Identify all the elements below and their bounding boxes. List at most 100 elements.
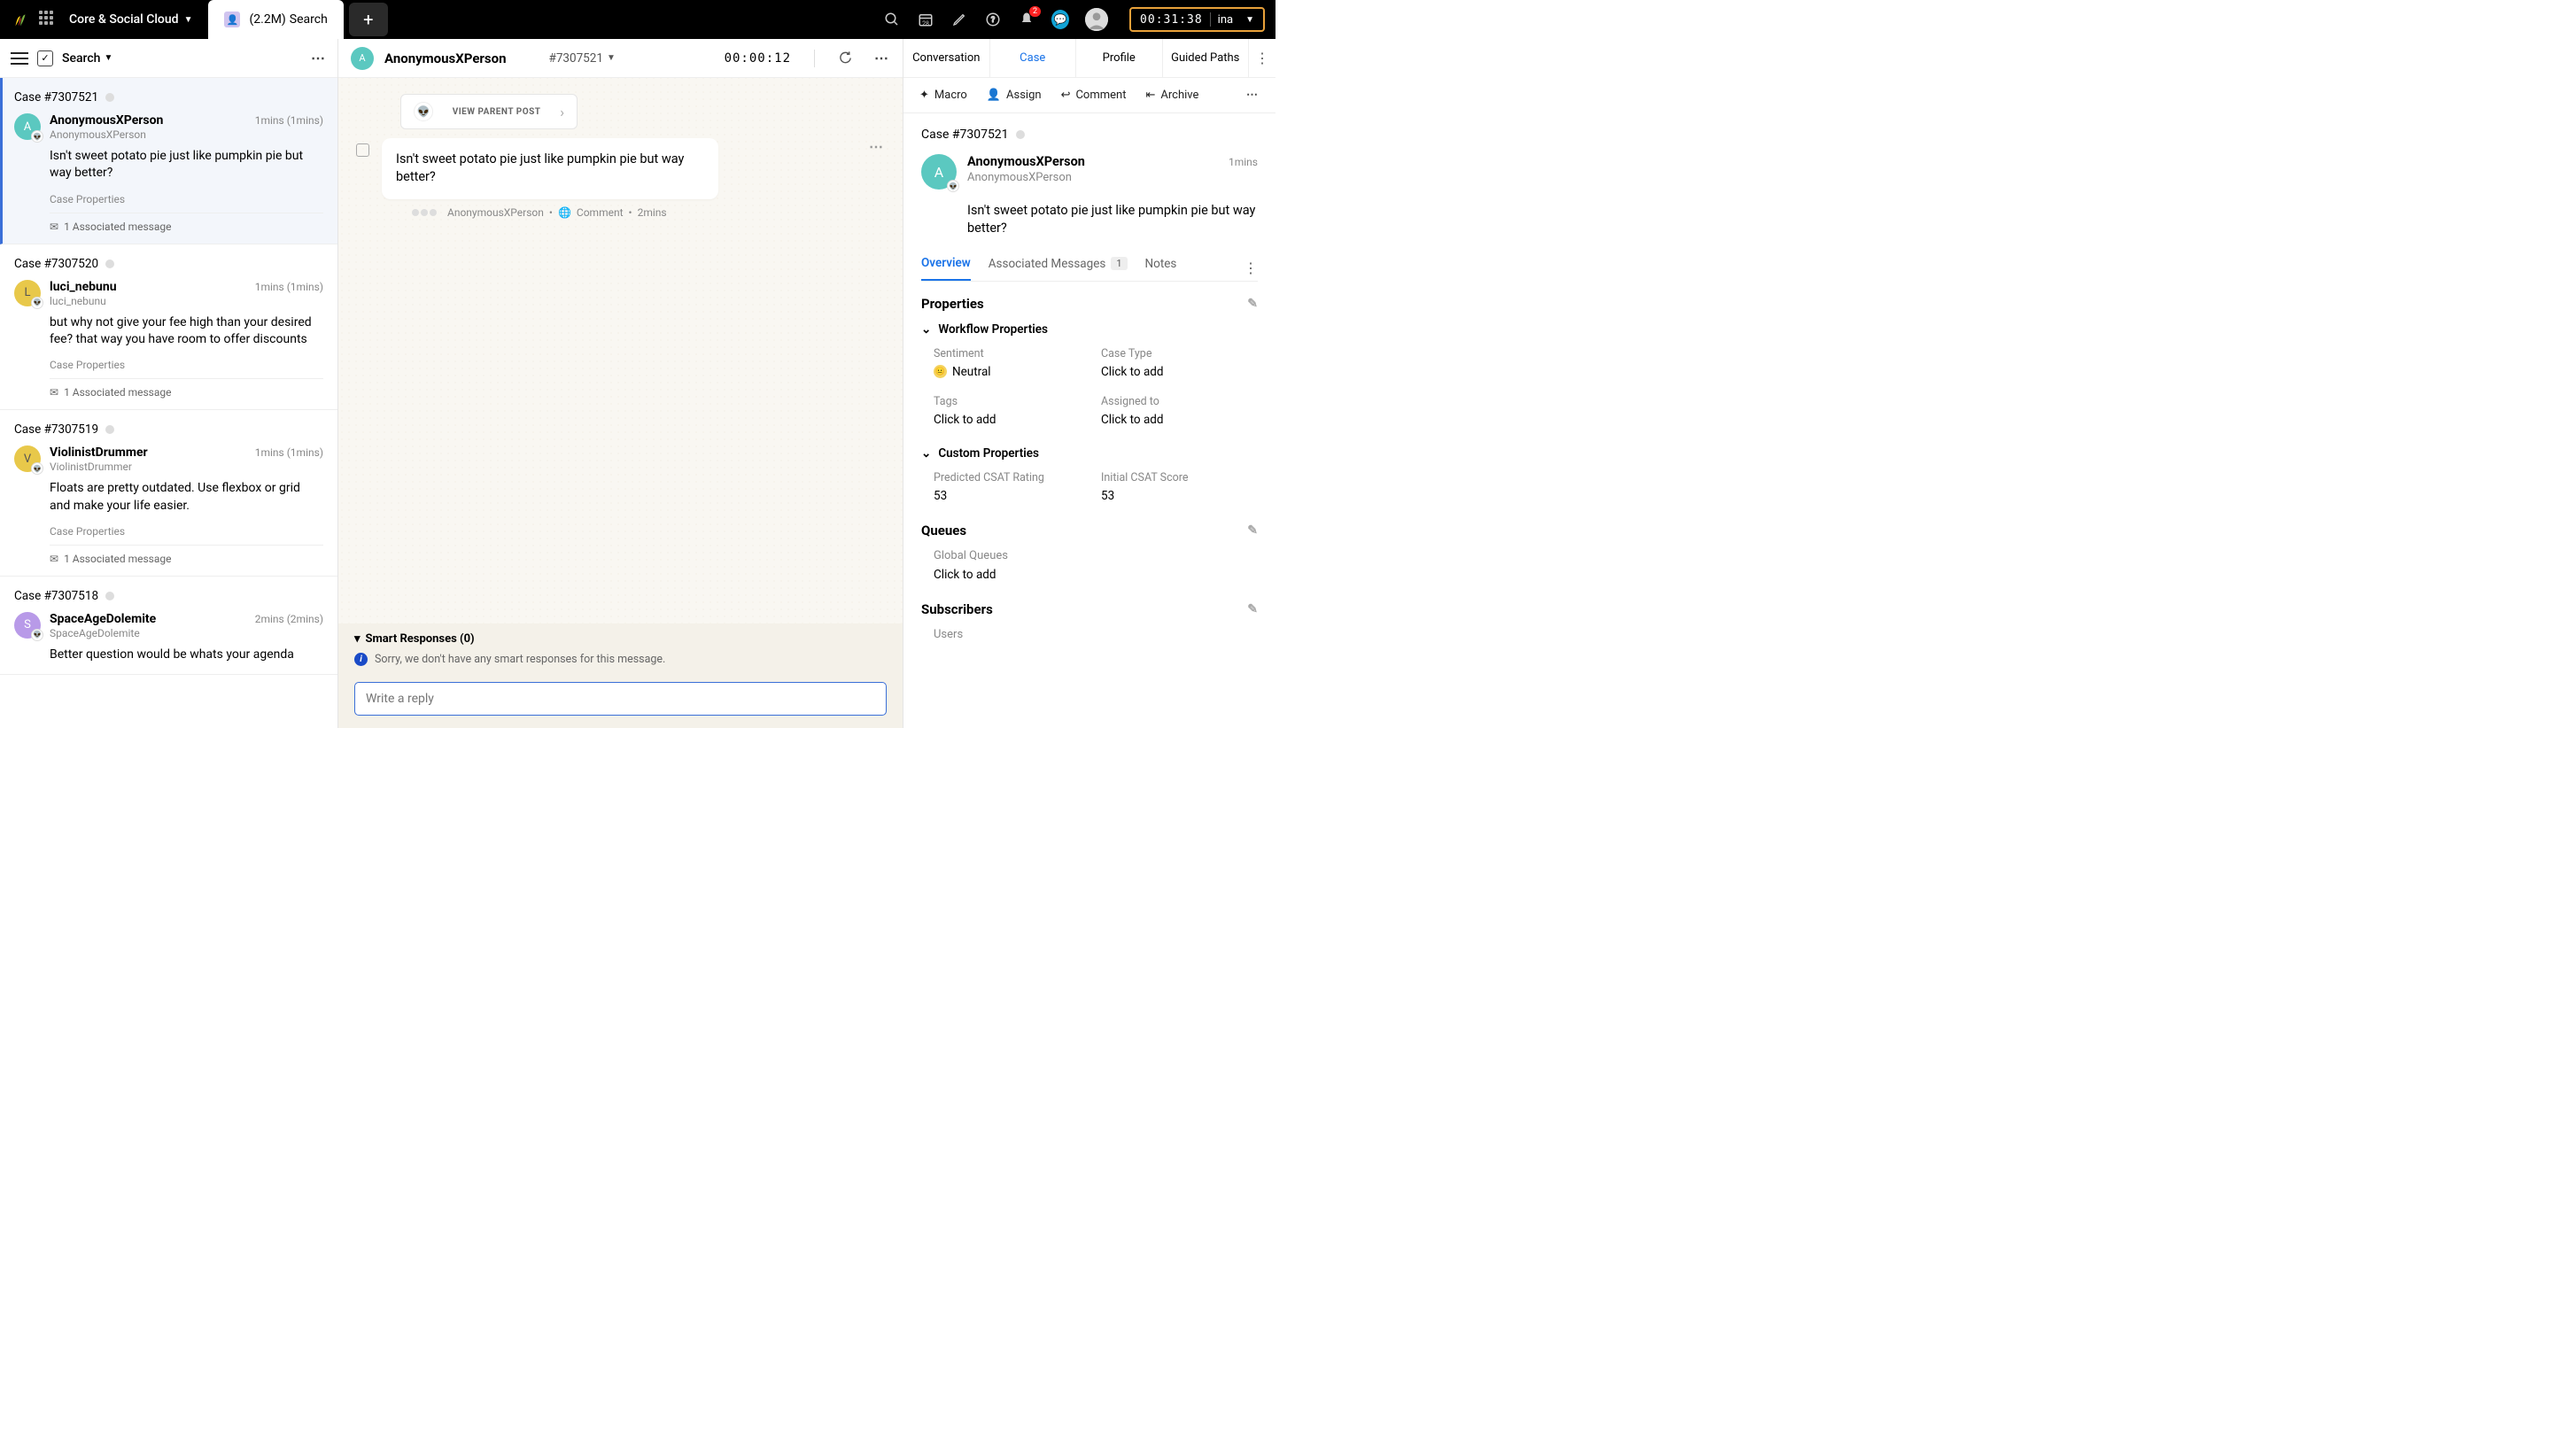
subtabs-more-icon[interactable]: ⋮ [1244, 259, 1258, 276]
message-more-icon[interactable]: ⋯ [869, 138, 885, 155]
archive-icon: ⇤ [1145, 89, 1155, 102]
macro-button[interactable]: ✦Macro [919, 89, 967, 102]
actions-more-icon[interactable]: ⋯ [1246, 89, 1260, 102]
case-properties-link[interactable]: Case Properties [50, 359, 323, 379]
workspace-selector[interactable]: Core & Social Cloud ▼ [69, 12, 192, 27]
case-list-item[interactable]: Case #7307518 S👽 SpaceAgeDolemite2mins (… [0, 577, 337, 675]
reddit-icon: 👽 [414, 102, 433, 121]
global-queues-add[interactable]: Click to add [934, 568, 1258, 582]
assigned-to-add[interactable]: Click to add [1101, 413, 1258, 427]
status-dot-icon [105, 592, 114, 600]
apps-grid-icon[interactable] [39, 11, 57, 28]
case-selector[interactable]: #7307521 ▼ [549, 51, 616, 66]
user-name: SpaceAgeDolemite [50, 612, 156, 626]
subscribers-users-label: Users [934, 628, 1258, 641]
smart-responses-section: ▾ Smart Responses (0) i Sorry, we don't … [338, 623, 903, 673]
user-avatar-icon: A👽 [14, 113, 41, 140]
subscribers-header: Subscribers✎ [921, 601, 1258, 617]
reply-input[interactable] [354, 682, 887, 716]
view-parent-post-button[interactable]: 👽 VIEW PARENT POST › [400, 94, 578, 129]
workflow-properties-toggle[interactable]: ⌄Workflow Properties [921, 322, 1258, 337]
info-icon: i [354, 653, 368, 666]
tab-label: Search [290, 12, 328, 27]
workspace-label: Core & Social Cloud [69, 12, 179, 27]
edit-icon[interactable]: ✎ [1247, 602, 1258, 616]
case-list-item[interactable]: Case #7307520 L👽 luci_nebunu1mins (1mins… [0, 244, 337, 411]
tab-conversation[interactable]: Conversation [903, 39, 990, 77]
user-avatar-icon: L👽 [14, 280, 41, 306]
sentiment-value: 😐Neutral [934, 365, 1090, 379]
timer-value: 00:31:38 [1140, 13, 1203, 27]
status-dot-icon [105, 259, 114, 268]
comment-button[interactable]: ↩Comment [1061, 89, 1127, 102]
case-number: Case #7307521 [14, 90, 98, 105]
case-preview: but why not give your fee high than your… [50, 314, 323, 349]
subtab-overview[interactable]: Overview [921, 256, 971, 281]
case-message: Isn't sweet potato pie just like pumpkin… [967, 202, 1258, 238]
edit-icon[interactable]: ✎ [1247, 297, 1258, 311]
more-icon[interactable]: ⋯ [311, 50, 327, 66]
user-handle: AnonymousXPerson [967, 171, 1258, 184]
select-all-checkbox[interactable]: ✓ [37, 50, 53, 66]
case-number: Case #7307520 [14, 257, 98, 271]
case-preview: Better question would be whats your agen… [50, 647, 323, 663]
more-icon[interactable]: ⋯ [874, 50, 890, 66]
chevron-down-icon: ▼ [607, 53, 616, 63]
tabs-more-icon[interactable]: ⋮ [1249, 39, 1276, 77]
archive-button[interactable]: ⇤Archive [1145, 89, 1198, 102]
top-bar: Core & Social Cloud ▼ 👤 (2.2M) Search + … [0, 0, 1276, 39]
chat-icon[interactable]: 💬 [1051, 11, 1069, 28]
bell-icon[interactable]: 2 [1018, 11, 1035, 28]
status-dot-icon [105, 425, 114, 434]
chevron-right-icon: › [560, 104, 564, 120]
refresh-icon[interactable] [838, 50, 853, 66]
tab-case[interactable]: Case [990, 39, 1077, 77]
case-list-panel: ✓ Search ▼ ⋯ Case #7307521 A👽 AnonymousX… [0, 39, 338, 728]
case-preview: Isn't sweet potato pie just like pumpkin… [50, 148, 323, 182]
user-name: luci_nebunu [50, 280, 117, 294]
person-icon: 👤 [224, 12, 240, 27]
user-name: ViolinistDrummer [50, 445, 148, 460]
session-timer[interactable]: 00:31:38 ina ▼ [1129, 7, 1265, 32]
tab-guided-paths[interactable]: Guided Paths [1163, 39, 1250, 77]
caret-down-icon: ▾ [354, 632, 361, 646]
details-panel: Conversation Case Profile Guided Paths ⋮… [903, 39, 1276, 728]
search-header: ✓ Search ▼ ⋯ [0, 39, 337, 78]
case-list-item[interactable]: Case #7307519 V👽 ViolinistDrummer1mins (… [0, 410, 337, 577]
edit-icon[interactable]: ✎ [1247, 523, 1258, 538]
smart-responses-empty: Sorry, we don't have any smart responses… [375, 653, 665, 666]
reddit-icon: 👽 [31, 462, 43, 475]
message-bubble: Isn't sweet potato pie just like pumpkin… [382, 138, 718, 199]
case-preview: Floats are pretty outdated. Use flexbox … [50, 480, 323, 515]
associated-messages[interactable]: ✉1 Associated message [50, 221, 323, 233]
assign-button[interactable]: 👤Assign [987, 89, 1042, 102]
case-number: Case #7307518 [14, 589, 98, 603]
associated-messages[interactable]: ✉1 Associated message [50, 553, 323, 565]
edit-icon[interactable] [950, 11, 968, 28]
custom-properties-toggle[interactable]: ⌄Custom Properties [921, 446, 1258, 461]
case-type-add[interactable]: Click to add [1101, 365, 1258, 379]
case-time: 1mins (1mins) [255, 114, 323, 127]
search-icon[interactable] [883, 11, 901, 28]
calendar-icon[interactable]: 28 [917, 11, 934, 28]
tab-search[interactable]: 👤 (2.2M) Search [208, 0, 343, 39]
case-list-item[interactable]: Case #7307521 A👽 AnonymousXPerson1mins (… [0, 78, 337, 244]
user-avatar-icon: A [351, 47, 374, 70]
message-checkbox[interactable] [356, 143, 369, 157]
search-dropdown[interactable]: Search ▼ [62, 51, 112, 66]
tags-add[interactable]: Click to add [934, 413, 1090, 427]
user-avatar-icon[interactable] [1085, 8, 1108, 31]
reddit-icon: 👽 [31, 629, 43, 641]
case-time: 1mins (1mins) [255, 446, 323, 459]
message-meta: AnonymousXPerson • 🌐 Comment • 2mins [412, 206, 754, 219]
menu-icon[interactable] [11, 52, 28, 65]
add-tab-button[interactable]: + [349, 3, 388, 36]
case-properties-link[interactable]: Case Properties [50, 193, 323, 213]
subtab-associated[interactable]: Associated Messages1 [989, 257, 1128, 280]
case-properties-link[interactable]: Case Properties [50, 525, 323, 546]
associated-messages[interactable]: ✉1 Associated message [50, 386, 323, 399]
subtab-notes[interactable]: Notes [1145, 257, 1177, 280]
help-icon[interactable]: ? [984, 11, 1002, 28]
smart-responses-toggle[interactable]: ▾ Smart Responses (0) [354, 632, 887, 646]
tab-profile[interactable]: Profile [1076, 39, 1163, 77]
